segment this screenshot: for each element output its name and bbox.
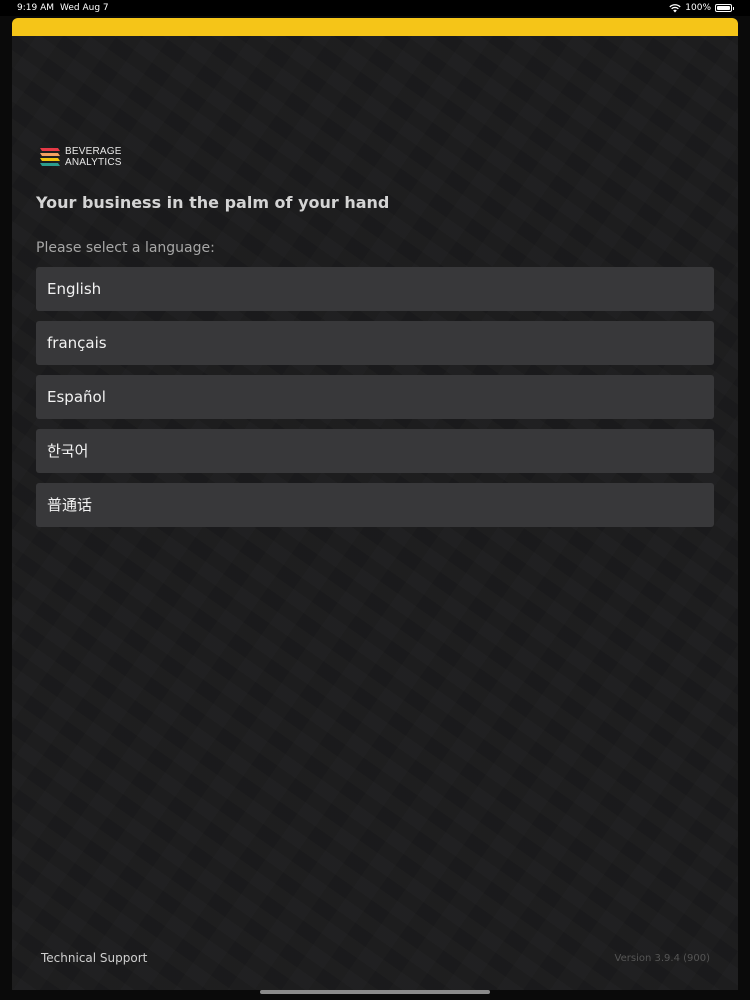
- status-bar: 9:19 AM Wed Aug 7 100%: [0, 0, 750, 16]
- battery-icon: [715, 4, 734, 12]
- home-indicator[interactable]: [260, 990, 490, 994]
- language-option-english[interactable]: English: [36, 267, 714, 311]
- wifi-icon: [669, 3, 681, 12]
- technical-support-link[interactable]: Technical Support: [41, 951, 147, 965]
- battery-percent: 100%: [685, 3, 711, 13]
- tagline: Your business in the palm of your hand: [36, 193, 390, 212]
- language-option-mandarin[interactable]: 普通话: [36, 483, 714, 527]
- status-date: Wed Aug 7: [60, 3, 109, 13]
- language-option-korean[interactable]: 한국어: [36, 429, 714, 473]
- beverage-analytics-logo-icon: [40, 148, 60, 166]
- status-time: 9:19 AM: [17, 3, 54, 13]
- logo-line-1: BEVERAGE: [65, 146, 122, 157]
- logo-text: BEVERAGE ANALYTICS: [65, 146, 122, 168]
- app-window: BEVERAGE ANALYTICS Your business in the …: [12, 18, 738, 990]
- accent-bar: [12, 18, 738, 36]
- brand-logo: BEVERAGE ANALYTICS: [38, 145, 122, 169]
- language-prompt: Please select a language:: [36, 240, 215, 256]
- language-option-french[interactable]: français: [36, 321, 714, 365]
- status-right: 100%: [669, 0, 734, 16]
- logo-line-2: ANALYTICS: [65, 157, 122, 168]
- language-list: English français Español 한국어 普通话: [36, 267, 714, 537]
- language-option-spanish[interactable]: Español: [36, 375, 714, 419]
- version-label: Version 3.9.4 (900): [614, 953, 710, 964]
